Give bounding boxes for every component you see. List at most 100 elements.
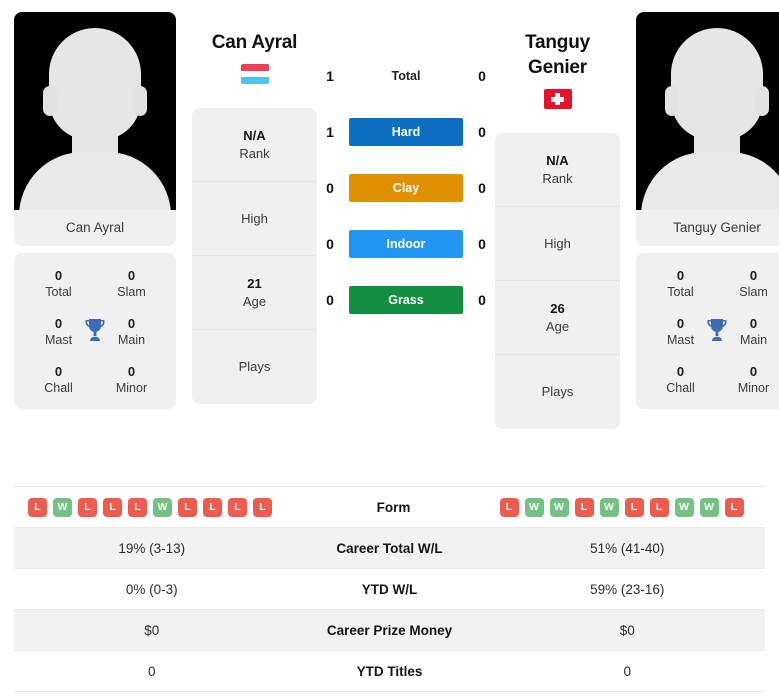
form-badge-l: L <box>228 497 247 517</box>
h2h-left-score: 0 <box>326 180 334 196</box>
title-stat-total: 0 Total <box>644 267 717 301</box>
form-badge-l: L <box>203 497 222 517</box>
h2h-row-indoor: 0 Indoor 0 <box>317 230 495 258</box>
left-flag-wrap <box>192 64 317 84</box>
avatar-shoulders <box>19 152 171 210</box>
title-stat-value: 0 <box>127 268 136 283</box>
rank-label: Rank <box>542 170 573 186</box>
switzerland-flag-icon <box>543 89 572 109</box>
right-player-name-line2: Genier <box>528 57 587 78</box>
right-player-titles-card: 0 Total 0 Slam 0 Mast 0 Main 0 Chall 0 M… <box>636 253 779 409</box>
title-stat-chall: 0 Chall <box>22 363 95 397</box>
right-rank-block: N/A Rank <box>495 133 620 207</box>
table-row-ytd-wl: 0% (0-3) YTD W/L 59% (23-16) <box>14 569 765 610</box>
right-high-block: High <box>495 207 620 281</box>
right-titles-grid: 0 Total 0 Slam 0 Mast 0 Main 0 Chall 0 M… <box>636 261 779 397</box>
left-player-card: Can Ayral 0 Total 0 Slam 0 Mast 0 Main 0… <box>14 12 176 409</box>
form-badge-l: L <box>724 497 744 517</box>
right-plays-block: Plays <box>495 355 620 429</box>
title-stat-value: 0 <box>749 364 758 379</box>
h2h-right-score: 0 <box>478 292 486 308</box>
table-row-form: LWLLLWLLLL Form LWWLWLLWWL <box>14 487 765 528</box>
players-header-area: Can Ayral 0 Total 0 Slam 0 Mast 0 Main 0… <box>0 0 779 480</box>
title-stat-label: Total <box>45 285 72 299</box>
h2h-left-score: 0 <box>326 236 334 252</box>
right-player-photo-card[interactable]: Tanguy Genier <box>636 12 779 246</box>
h2h-surface-hard[interactable]: Hard <box>349 118 463 146</box>
title-stat-value: 0 <box>749 268 758 283</box>
title-stat-chall: 0 Chall <box>644 363 717 397</box>
h2h-left-score: 1 <box>326 124 334 140</box>
left-player-titles-card: 0 Total 0 Slam 0 Mast 0 Main 0 Chall 0 M… <box>14 253 176 409</box>
rank-value: N/A <box>243 127 266 143</box>
age-label: Age <box>242 293 267 309</box>
h2h-surface-grass[interactable]: Grass <box>349 286 463 314</box>
form-badge-l: L <box>624 497 644 517</box>
right-player-vitals: N/A Rank High 26 Age Plays <box>495 133 620 429</box>
avatar-ear-left <box>665 86 679 116</box>
right-player-card: Tanguy Genier 0 Total 0 Slam 0 Mast 0 Ma… <box>636 12 779 409</box>
stats-comparison-table: LWLLLWLLLL Form LWWLWLLWWL 19% (3-13) Ca… <box>14 486 765 692</box>
left-titles-grid: 0 Total 0 Slam 0 Mast 0 Main 0 Chall 0 M… <box>14 261 176 397</box>
form-badge-l: L <box>253 497 272 517</box>
left-player-photo-card[interactable]: Can Ayral <box>14 12 176 246</box>
h2h-right-score: 0 <box>478 68 486 84</box>
flag-band-red <box>240 64 269 71</box>
title-stat-label: Slam <box>117 285 146 299</box>
form-badge-l: L <box>499 497 519 517</box>
right-value: 51% (41-40) <box>590 540 665 556</box>
right-age-block: 26 Age <box>495 281 620 355</box>
luxembourg-flag-icon <box>240 64 269 84</box>
left-value: 19% (3-13) <box>118 540 186 556</box>
left-player-vitals: N/A Rank High 21 Age Plays <box>192 108 317 404</box>
h2h-comparison-page: Can Ayral 0 Total 0 Slam 0 Mast 0 Main 0… <box>0 0 779 699</box>
title-stat-label: Total <box>667 285 694 299</box>
title-stat-label: Chall <box>666 381 695 395</box>
right-player-avatar <box>636 12 779 210</box>
left-form-badges: LWLLLWLLLL <box>14 497 294 517</box>
table-row-career-total-wl: 19% (3-13) Career Total W/L 51% (41-40) <box>14 528 765 569</box>
h2h-surface-clay[interactable]: Clay <box>349 174 463 202</box>
plays-label: Plays <box>541 384 574 399</box>
form-badge-l: L <box>28 497 47 517</box>
left-player-photo-caption: Can Ayral <box>14 210 176 246</box>
form-badge-w: W <box>699 497 719 517</box>
row-label-ytd-titles: YTD Titles <box>356 663 423 679</box>
trophy-icon <box>85 319 105 341</box>
title-stat-slam: 0 Slam <box>717 267 779 301</box>
h2h-right-score: 0 <box>478 180 486 196</box>
avatar-ear-right <box>133 86 147 116</box>
head-to-head-column: 1 Total 0 1 Hard 0 0 Clay 0 0 Indoor 0 0 <box>317 12 495 314</box>
flag-cross-horizontal <box>551 96 564 102</box>
right-player-photo-caption: Tanguy Genier <box>636 210 779 246</box>
high-label: High <box>241 210 268 226</box>
right-flag-wrap <box>495 89 620 109</box>
title-stat-minor: 0 Minor <box>95 363 168 397</box>
flag-band-blue <box>240 77 269 84</box>
age-value: 26 <box>550 300 565 316</box>
title-stat-slam: 0 Slam <box>95 267 168 301</box>
right-player-name: Tanguy Genier <box>495 12 620 80</box>
h2h-surface-indoor[interactable]: Indoor <box>349 230 463 258</box>
left-player-avatar <box>14 12 176 210</box>
right-player-info-column: Tanguy Genier N/A Rank High 26 Age Plays <box>495 12 620 429</box>
plays-label: Plays <box>238 359 271 374</box>
h2h-row-total: 1 Total 0 <box>317 62 495 90</box>
title-stat-label: Slam <box>739 285 768 299</box>
row-label-career-total-wl: Career Total W/L <box>336 540 443 556</box>
form-badge-l: L <box>178 497 197 517</box>
form-badge-w: W <box>53 497 72 517</box>
right-value: 59% (23-16) <box>590 581 665 597</box>
age-value: 21 <box>247 275 262 291</box>
form-badge-l: L <box>78 497 97 517</box>
flag-band-white <box>240 70 269 78</box>
row-label-form: Form <box>376 499 411 515</box>
rank-label: Rank <box>239 145 270 161</box>
form-badge-l: L <box>128 497 147 517</box>
left-high-block: High <box>192 182 317 256</box>
form-badge-w: W <box>153 497 172 517</box>
avatar-shoulders <box>641 152 779 210</box>
title-stat-label: Chall <box>44 381 73 395</box>
h2h-row-hard: 1 Hard 0 <box>317 118 495 146</box>
row-label-career-prize-money: Career Prize Money <box>326 622 453 638</box>
